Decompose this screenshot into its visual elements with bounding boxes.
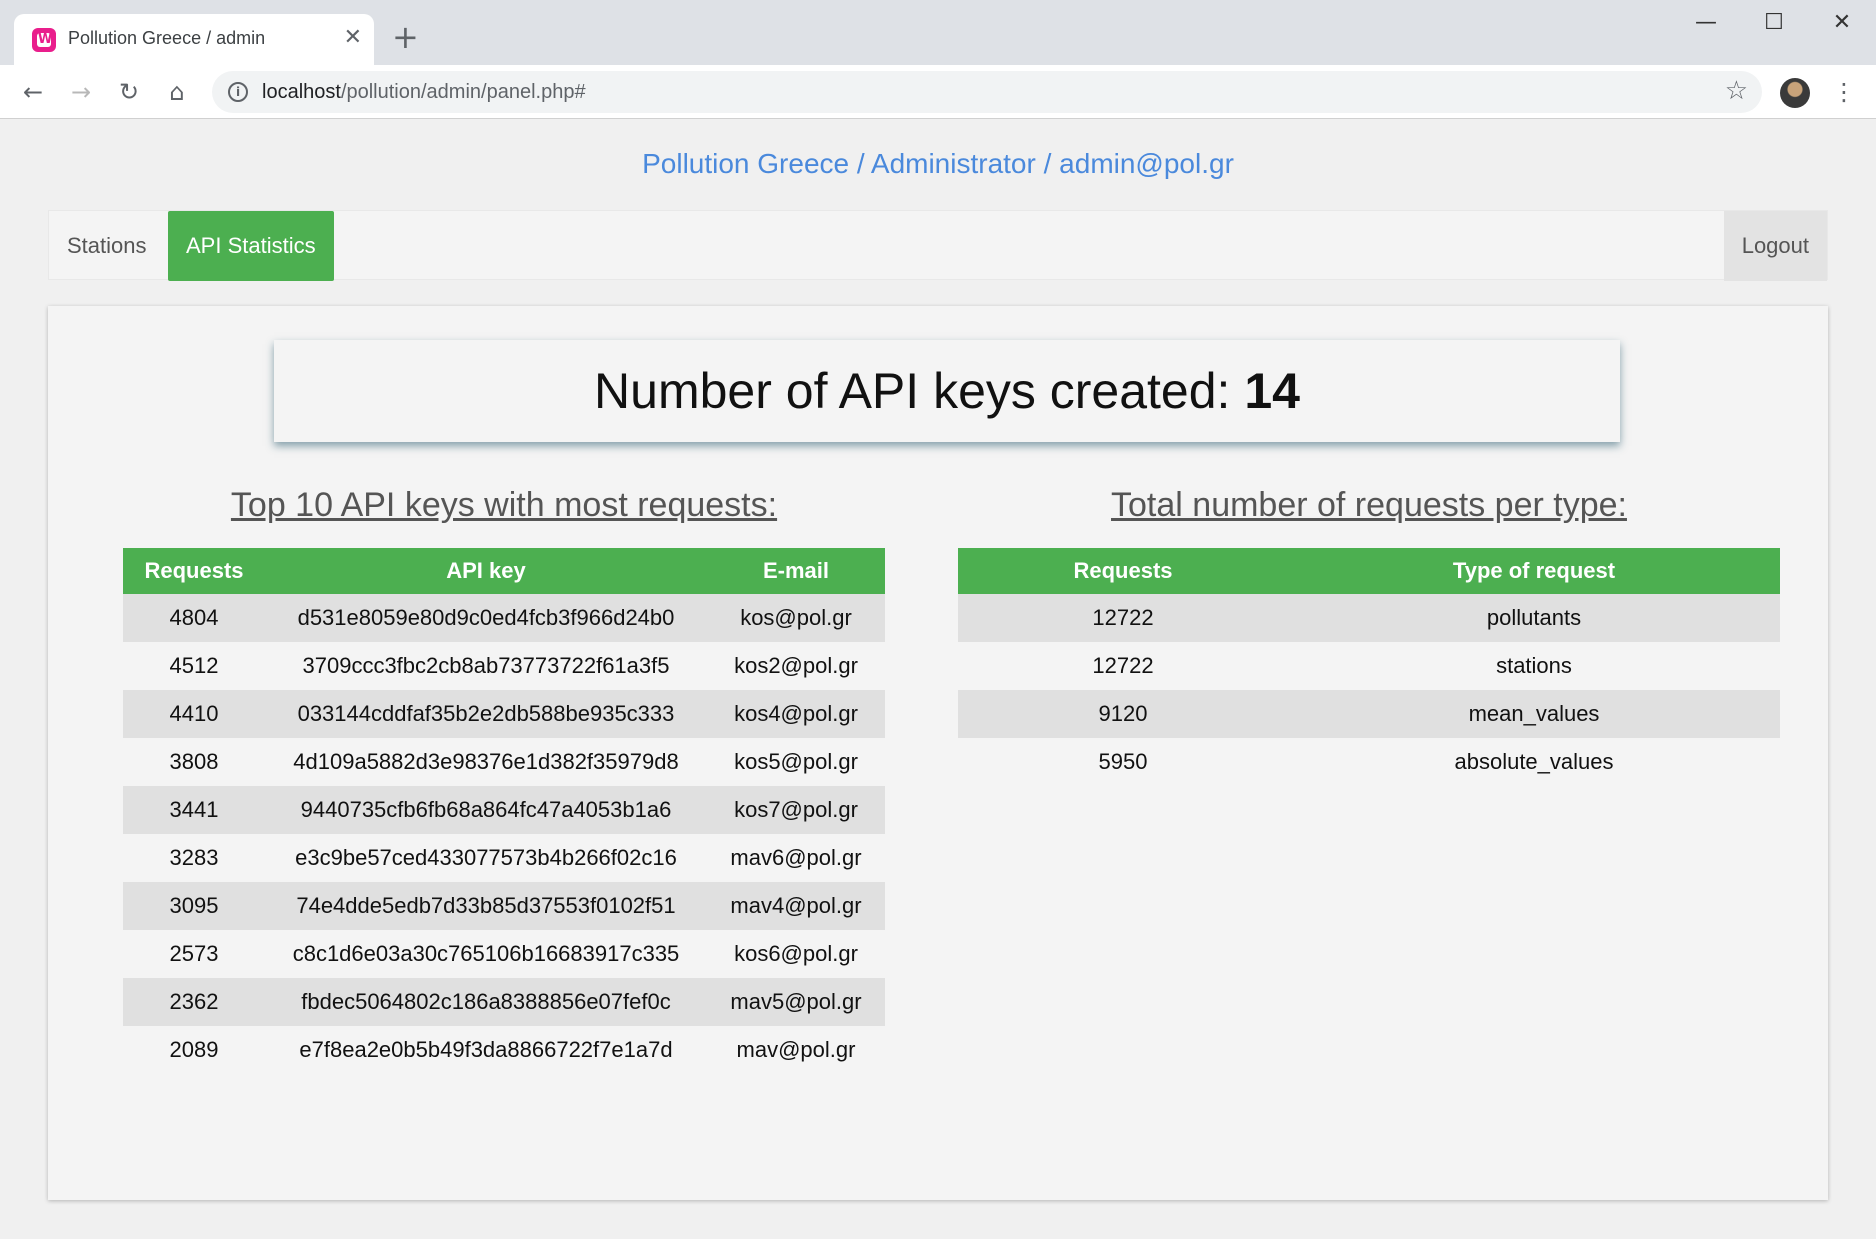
email-cell: kos5@pol.gr [707, 738, 885, 786]
email-cell: kos@pol.gr [707, 594, 885, 642]
request-type-cell: pollutants [1288, 594, 1780, 642]
requests-cell: 2362 [123, 978, 265, 1026]
nav-stations[interactable]: Stations [49, 211, 165, 281]
new-tab-button[interactable]: + [392, 20, 419, 54]
window-minimize-button[interactable]: — [1676, 8, 1736, 38]
forward-icon[interactable]: → [64, 75, 98, 109]
table-row: 2362 fbdec5064802c186a8388856e07fef0c mav5… [123, 978, 885, 1026]
email-cell: kos7@pol.gr [707, 786, 885, 834]
statistics-panel: Number of API keys created: 14 Top 10 AP… [48, 306, 1828, 1200]
api-key-cell: c8c1d6e03a30c765106b16683917c335 [265, 930, 707, 978]
reload-icon[interactable]: ↻ [112, 75, 146, 109]
api-key-cell: 74e4dde5edb7d33b85d37553f0102f51 [265, 882, 707, 930]
wamp-favicon-icon [32, 28, 56, 52]
table-row: 12722 pollutants [958, 594, 1780, 642]
table-row: 12722 stations [958, 642, 1780, 690]
email-cell: mav@pol.gr [707, 1026, 885, 1074]
column-header: E-mail [707, 548, 885, 594]
api-key-cell: e7f8ea2e0b5b49f3da8866722f7e1a7d [265, 1026, 707, 1074]
table-row: 5950 absolute_values [958, 738, 1780, 786]
request-types-title: Total number of requests per type: [1111, 486, 1627, 524]
request-types-table: Requests Type of request 12722 pollutants… [958, 548, 1780, 786]
requests-cell: 3283 [123, 834, 265, 882]
tab-title: Pollution Greece / admin [68, 28, 266, 48]
request-type-cell: mean_values [1288, 690, 1780, 738]
email-cell: mav4@pol.gr [707, 882, 885, 930]
requests-cell: 3808 [123, 738, 265, 786]
requests-cell: 4804 [123, 594, 265, 642]
address-bar[interactable]: i localhost/pollution/admin/panel.php# ☆ [212, 71, 1762, 113]
column-header: API key [265, 548, 707, 594]
api-key-cell: d531e8059e80d9c0ed4fcb3f966d24b0 [265, 594, 707, 642]
url-path: /pollution/admin/panel.php# [340, 81, 586, 103]
requests-cell: 2089 [123, 1026, 265, 1074]
requests-cell: 5950 [958, 738, 1288, 786]
api-key-cell: 4d109a5882d3e98376e1d382f35979d8 [265, 738, 707, 786]
table-row: 4512 3709ccc3fbc2cb8ab73773722f61a3f5 kos2… [123, 642, 885, 690]
table-header-row: Requests Type of request [958, 548, 1780, 594]
requests-cell: 2573 [123, 930, 265, 978]
table-row: 4804 d531e8059e80d9c0ed4fcb3f966d24b0 kos@… [123, 594, 885, 642]
browser-tabstrip: Pollution Greece / admin ✕ + — ☐ ✕ [0, 0, 1876, 65]
table-row: 9120 mean_values [958, 690, 1780, 738]
requests-cell: 4512 [123, 642, 265, 690]
api-key-cell: 033144cddfaf35b2e2db588be935c333 [265, 690, 707, 738]
table-row: 3095 74e4dde5edb7d33b85d37553f0102f51 mav4… [123, 882, 885, 930]
tab-close-icon[interactable]: ✕ [344, 26, 362, 50]
back-icon[interactable]: ← [16, 75, 50, 109]
table-row: 3283 e3c9be57ced433077573b4b266f02c16 mav6… [123, 834, 885, 882]
api-key-cell: 3709ccc3fbc2cb8ab73773722f61a3f5 [265, 642, 707, 690]
table-row: 2089 e7f8ea2e0b5b49f3da8866722f7e1a7d mav@… [123, 1026, 885, 1074]
requests-cell: 12722 [958, 594, 1288, 642]
email-cell: kos2@pol.gr [707, 642, 885, 690]
requests-cell: 3095 [123, 882, 265, 930]
api-keys-count-card: Number of API keys created: 14 [274, 340, 1620, 442]
requests-cell: 9120 [958, 690, 1288, 738]
api-key-cell: 9440735cfb6fb68a864fc47a4053b1a6 [265, 786, 707, 834]
url-text[interactable]: localhost/pollution/admin/panel.php# [262, 81, 586, 104]
profile-avatar[interactable] [1780, 78, 1810, 108]
request-type-cell: stations [1288, 642, 1780, 690]
home-icon[interactable]: ⌂ [160, 75, 194, 109]
window-maximize-button[interactable]: ☐ [1744, 8, 1804, 38]
email-cell: mav6@pol.gr [707, 834, 885, 882]
info-icon[interactable]: i [228, 82, 248, 102]
request-type-cell: absolute_values [1288, 738, 1780, 786]
browser-tab-active[interactable]: Pollution Greece / admin ✕ [14, 14, 374, 65]
api-keys-count-value: 14 [1244, 363, 1300, 419]
browser-toolbar: ← → ↻ ⌂ i localhost/pollution/admin/pane… [0, 65, 1876, 119]
email-cell: mav5@pol.gr [707, 978, 885, 1026]
window-close-button[interactable]: ✕ [1812, 8, 1872, 38]
requests-cell: 4410 [123, 690, 265, 738]
column-header: Requests [123, 548, 265, 594]
page-content: Pollution Greece / Administrator / admin… [0, 120, 1876, 1239]
api-key-cell: fbdec5064802c186a8388856e07fef0c [265, 978, 707, 1026]
admin-navbar: Stations API Statistics Logout [48, 210, 1828, 281]
column-header: Requests [958, 548, 1288, 594]
top-keys-title: Top 10 API keys with most requests: [230, 486, 778, 524]
table-row: 4410 033144cddfaf35b2e2db588be935c333 kos4… [123, 690, 885, 738]
table-row: 2573 c8c1d6e03a30c765106b16683917c335 kos6… [123, 930, 885, 978]
top-keys-table: Requests API key E-mail 4804 d531e8059e80… [123, 548, 885, 1074]
page-title: Pollution Greece / Administrator / admin… [642, 148, 1234, 179]
menu-icon[interactable]: ⋮ [1832, 75, 1856, 109]
email-cell: kos6@pol.gr [707, 930, 885, 978]
requests-cell: 12722 [958, 642, 1288, 690]
nav-api-statistics[interactable]: API Statistics [168, 211, 334, 281]
api-keys-count: Number of API keys created: 14 [274, 340, 1620, 442]
table-row: 3441 9440735cfb6fb68a864fc47a4053b1a6 kos7… [123, 786, 885, 834]
email-cell: kos4@pol.gr [707, 690, 885, 738]
logout-button[interactable]: Logout [1723, 211, 1827, 281]
requests-cell: 3441 [123, 786, 265, 834]
api-keys-count-label: Number of API keys created: [594, 363, 1245, 419]
table-row: 3808 4d109a5882d3e98376e1d382f35979d8 kos5… [123, 738, 885, 786]
table-header-row: Requests API key E-mail [123, 548, 885, 594]
star-icon[interactable]: ☆ [1725, 76, 1748, 106]
column-header: Type of request [1288, 548, 1780, 594]
url-host: localhost [262, 81, 341, 103]
api-key-cell: e3c9be57ced433077573b4b266f02c16 [265, 834, 707, 882]
